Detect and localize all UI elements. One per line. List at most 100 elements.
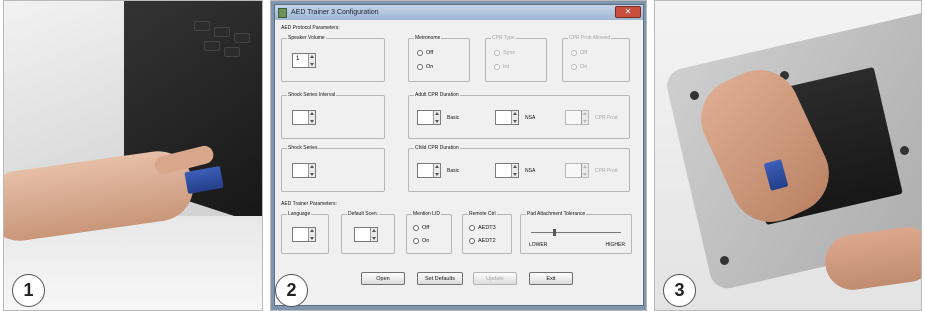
exit-button[interactable]: Exit (529, 272, 573, 285)
radio-dot-icon (494, 64, 500, 70)
radio-dot-icon (469, 238, 475, 244)
adult-cpr-prod-label: CPR Prod (595, 115, 618, 121)
adult-cpr-duration-group: Adult CPR Duration Basic NSA CPR Prod (408, 92, 630, 139)
radio-dot-icon (571, 64, 577, 70)
shock-series-interval-label: Shock Series Interval (287, 92, 337, 98)
spinner-arrows-icon[interactable] (511, 164, 518, 177)
laptop-key (234, 33, 250, 43)
speaker-volume-group: Speaker Volume 1 (281, 35, 385, 82)
cpr-prob-off-radio: Off (571, 50, 587, 56)
remote-ctrl-aedt3-radio[interactable]: AEDT3 (469, 225, 496, 231)
step-number-badge: 1 (12, 274, 45, 307)
laptop-key (194, 21, 210, 31)
spinner-arrows-icon[interactable] (308, 54, 315, 67)
metronome-label: Metronome (414, 35, 442, 41)
metronome-off-radio[interactable]: Off (417, 50, 433, 56)
protocol-section-label: AED Protocol Parameters: (281, 25, 340, 31)
radio-dot-icon (571, 50, 577, 56)
child-basic-label: Basic (447, 168, 460, 174)
child-nsa-label: NSA (525, 168, 536, 174)
adult-cpr-prod-spinner (565, 110, 589, 125)
child-basic-spinner[interactable] (417, 163, 441, 178)
shock-series-interval-spinner[interactable] (292, 110, 316, 125)
radio-dot-icon (417, 50, 423, 56)
spinner-arrows-icon[interactable] (370, 228, 377, 241)
screw-icon (690, 91, 699, 100)
spinner-arrows-icon (581, 164, 588, 177)
screw-icon (900, 146, 909, 155)
spinner-arrows-icon[interactable] (511, 111, 518, 124)
pad-tolerance-slider-track[interactable] (531, 232, 621, 233)
speaker-volume-label: Speaker Volume (287, 35, 326, 41)
mention-lid-on-radio[interactable]: On (413, 238, 429, 244)
cpr-type-int-radio: Int (494, 64, 509, 70)
shock-series-group: Shock Series (281, 145, 385, 192)
remote-ctrl-aedt2-radio[interactable]: AEDT2 (469, 238, 496, 244)
child-cpr-prod-spinner (565, 163, 589, 178)
remote-ctrl-group: Remote Ctrl AEDT3 AEDT2 (462, 211, 512, 254)
adult-nsa-label: NSA (525, 115, 536, 121)
language-group: Language (281, 211, 329, 254)
spinner-arrows-icon[interactable] (308, 164, 315, 177)
window-titlebar[interactable]: AED Trainer 3 Configuration ✕ (275, 5, 643, 20)
update-button: Update (473, 272, 517, 285)
step-2-screenshot-panel: AED Trainer 3 Configuration ✕ AED Protoc… (270, 0, 647, 311)
pad-tolerance-lower-label: LOWER (529, 242, 548, 248)
metronome-on-radio[interactable]: On (417, 64, 433, 70)
pad-tolerance-slider-thumb[interactable] (552, 229, 556, 236)
spinner-arrows-icon[interactable] (308, 228, 315, 241)
step-number-badge: 2 (275, 274, 308, 307)
laptop-key (214, 27, 230, 37)
cpr-type-group: CPR Type Sync Int (485, 35, 547, 82)
child-cpr-prod-label: CPR Prod (595, 168, 618, 174)
pad-tolerance-label: Pad Attachment Tolerance (526, 211, 587, 217)
open-button[interactable]: Open (361, 272, 405, 285)
language-spinner[interactable] (292, 227, 316, 242)
speaker-volume-spinner[interactable]: 1 (292, 53, 316, 68)
cpr-type-sync-radio: Sync (494, 50, 515, 56)
pad-tolerance-higher-label: HIGHER (605, 242, 625, 248)
spinner-arrows-icon[interactable] (433, 111, 440, 124)
cpr-type-label: CPR Type (491, 35, 516, 41)
cpr-prob-on-radio: On (571, 64, 587, 70)
mention-lid-off-radio[interactable]: Off (413, 225, 429, 231)
window-body: AED Protocol Parameters: Speaker Volume … (275, 20, 643, 305)
spinner-arrows-icon[interactable] (433, 164, 440, 177)
adult-basic-label: Basic (447, 115, 460, 121)
app-icon (278, 7, 287, 18)
radio-dot-icon (494, 50, 500, 56)
laptop-key (204, 41, 220, 51)
remote-ctrl-label: Remote Ctrl (468, 211, 497, 217)
child-nsa-spinner[interactable] (495, 163, 519, 178)
metronome-group: Metronome Off On (408, 35, 470, 82)
spinner-arrows-icon (581, 111, 588, 124)
trainer-section-label: AED Trainer Parameters: (281, 201, 337, 207)
spinner-arrows-icon[interactable] (308, 111, 315, 124)
child-cpr-duration-group: Child CPR Duration Basic NSA CPR Prod (408, 145, 630, 192)
radio-dot-icon (413, 238, 419, 244)
language-label: Language (287, 211, 312, 217)
configuration-window: AED Trainer 3 Configuration ✕ AED Protoc… (274, 4, 644, 306)
shock-series-label: Shock Series (287, 145, 319, 151)
close-button[interactable]: ✕ (615, 6, 641, 18)
mention-lid-group: Mention LID Off On (406, 211, 452, 254)
radio-dot-icon (417, 64, 423, 70)
adult-basic-spinner[interactable] (417, 110, 441, 125)
cpr-prob-allowed-group: CPR Prob Allowed Off On (562, 35, 630, 82)
adult-nsa-spinner[interactable] (495, 110, 519, 125)
step-number-badge: 3 (663, 274, 696, 307)
radio-dot-icon (469, 225, 475, 231)
adult-cpr-duration-label: Adult CPR Duration (414, 92, 460, 98)
radio-dot-icon (413, 225, 419, 231)
step-1-photo-panel: 1 (3, 0, 263, 311)
shock-series-spinner[interactable] (292, 163, 316, 178)
laptop-key (224, 47, 240, 57)
default-scen-label: Default Scen. (347, 211, 380, 217)
set-defaults-button[interactable]: Set Defaults (417, 272, 463, 285)
cpr-prob-allowed-label: CPR Prob Allowed (568, 35, 612, 41)
speaker-volume-value: 1 (296, 56, 300, 62)
default-scen-spinner[interactable] (354, 227, 378, 242)
screw-icon (720, 256, 729, 265)
shock-series-interval-group: Shock Series Interval (281, 92, 385, 139)
window-title: AED Trainer 3 Configuration (291, 9, 379, 16)
